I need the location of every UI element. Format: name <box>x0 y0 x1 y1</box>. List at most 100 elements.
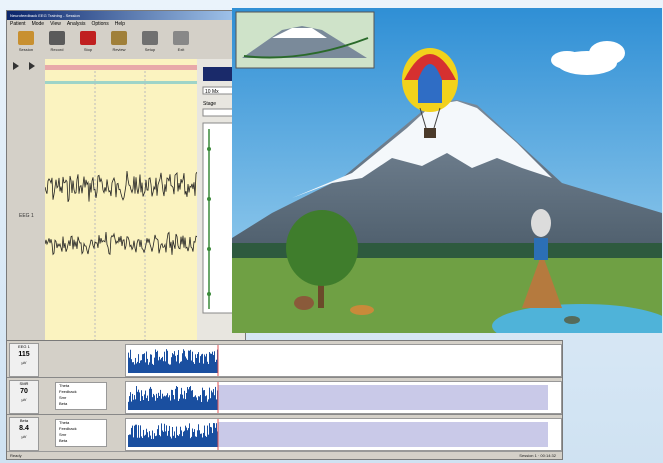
graph-bar <box>175 437 176 447</box>
graph-bar <box>130 349 131 373</box>
channel-graph <box>125 344 562 377</box>
animal-icon <box>294 296 314 310</box>
status-bar: Ready Session 1 · 00:14:32 <box>7 451 562 459</box>
graph-bar <box>136 424 137 447</box>
menu-analysis[interactable]: Analysis <box>67 20 86 29</box>
list-item[interactable]: Beta <box>59 438 106 444</box>
graph-bar <box>172 353 173 373</box>
graph-bar <box>174 351 175 373</box>
overview-map[interactable] <box>235 11 375 69</box>
graph-bar <box>131 359 132 373</box>
record-button[interactable]: Record <box>44 31 70 57</box>
graph-bar <box>130 392 131 410</box>
channel-meta: EEG 1 115 µV <box>9 343 39 377</box>
graph-bar <box>196 397 197 410</box>
graph-bar <box>142 396 143 410</box>
graph-bar <box>187 387 188 410</box>
graph-bar <box>165 431 166 447</box>
graph-bar <box>168 430 169 447</box>
graph-bar <box>150 386 151 410</box>
graph-bar <box>171 357 172 373</box>
graph-bar <box>188 389 189 410</box>
band-list[interactable]: Theta Feedback Smr Beta <box>55 382 107 410</box>
graph-bar <box>154 357 155 373</box>
graph-bar <box>132 393 133 410</box>
graph-bar <box>173 395 174 410</box>
graph-bar <box>216 359 217 373</box>
graph-bar <box>202 387 203 410</box>
graph-bar <box>130 434 131 447</box>
stop-button[interactable]: Stop <box>75 31 101 57</box>
graph-bar <box>168 363 169 373</box>
graph-bar <box>135 357 136 373</box>
play-icon[interactable] <box>13 62 19 70</box>
graph-bar <box>185 399 186 410</box>
graph-bar <box>200 433 201 447</box>
graph-bar <box>190 386 191 410</box>
graph-bar <box>135 399 136 410</box>
channel-graph-1 <box>128 345 219 376</box>
graph-bar <box>128 401 129 410</box>
menu-patient[interactable]: Patient <box>10 20 26 29</box>
stop-icon <box>80 31 96 45</box>
tree-node[interactable] <box>207 247 211 251</box>
band-list[interactable]: Theta Feedback Smr Beta <box>55 419 107 447</box>
graph-bar <box>177 354 178 373</box>
graph-bar <box>167 393 168 410</box>
graph-bar <box>160 436 161 447</box>
graph-bar <box>159 395 160 410</box>
graph-bar <box>200 356 201 373</box>
graph-bar <box>149 431 150 447</box>
graph-bar <box>182 394 183 410</box>
graph-bar <box>154 433 155 447</box>
graph-bar <box>168 397 169 410</box>
graph-bar <box>179 434 180 447</box>
graph-bar <box>149 362 150 373</box>
menu-help[interactable]: Help <box>115 20 125 29</box>
graph-bar <box>180 394 181 410</box>
graph-bar <box>207 361 208 373</box>
tree-node[interactable] <box>207 292 211 296</box>
list-item[interactable]: Beta <box>59 401 106 407</box>
graph-bar <box>203 432 204 447</box>
graph-bar <box>150 354 151 373</box>
session-button[interactable]: Session <box>13 31 39 57</box>
graph-bar <box>216 399 217 410</box>
graph-bar <box>207 425 208 447</box>
graph-bar <box>157 429 158 447</box>
exit-button[interactable]: Exit <box>168 31 194 57</box>
graph-bar <box>189 387 190 410</box>
graph-bar <box>174 431 175 447</box>
review-button[interactable]: Review <box>106 31 132 57</box>
tree-node[interactable] <box>207 147 211 151</box>
menu-mode[interactable]: Mode <box>32 20 45 29</box>
graph-bar <box>216 423 217 447</box>
graph-bar <box>145 362 146 373</box>
graph-bar <box>211 390 212 410</box>
graph-bar <box>169 364 170 373</box>
graph-bar <box>172 390 173 410</box>
graph-bar <box>144 353 145 373</box>
feedback-game-scene <box>232 8 662 333</box>
graph-bar <box>136 386 137 410</box>
graph-bar <box>155 400 156 410</box>
graph-bar <box>165 361 166 373</box>
channel-unit: µV <box>21 360 27 365</box>
graph-bar <box>157 350 158 373</box>
marker-band-red <box>45 65 197 70</box>
graph-bar <box>199 362 200 373</box>
graph-bar <box>137 361 138 373</box>
graph-bar <box>174 399 175 410</box>
menu-view[interactable]: View <box>50 20 61 29</box>
graph-bar <box>177 435 178 447</box>
forward-icon[interactable] <box>29 62 35 70</box>
graph-bar <box>158 392 159 410</box>
graph-bar <box>140 400 141 410</box>
graph-bar <box>187 430 188 447</box>
setup-button[interactable]: Setup <box>137 31 163 57</box>
landscape-scene <box>232 8 662 333</box>
menu-options[interactable]: Options <box>91 20 108 29</box>
window-title: Neurofeedback EEG Training - Session <box>7 11 245 20</box>
tree-node[interactable] <box>207 197 211 201</box>
graph-bar <box>195 395 196 410</box>
